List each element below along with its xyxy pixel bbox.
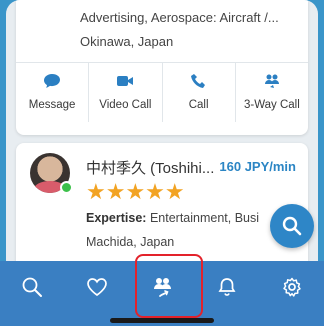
- expert-location-2: Machida, Japan: [86, 235, 175, 249]
- tab-settings[interactable]: [259, 261, 324, 326]
- expertise-label: Expertise:: [86, 211, 147, 225]
- call-button[interactable]: Call: [163, 63, 236, 122]
- rating-stars: ★★★★★: [86, 179, 185, 204]
- search-icon: [282, 216, 302, 236]
- tab-favorites[interactable]: [65, 261, 130, 326]
- phone-icon: [190, 74, 205, 88]
- video-call-label: Video Call: [99, 99, 152, 111]
- expert-location: Okinawa, Japan: [80, 34, 174, 49]
- tab-notifications[interactable]: [194, 261, 259, 326]
- message-button[interactable]: Message: [16, 63, 90, 122]
- video-icon: [117, 76, 134, 86]
- tab-search[interactable]: [0, 261, 65, 326]
- expert-card-1[interactable]: Advertising, Aerospace: Aircraft /... Ok…: [16, 0, 308, 135]
- expert-rate: 160 JPY/min: [219, 159, 296, 174]
- chat-icon: [44, 74, 61, 88]
- call-label: Call: [188, 99, 209, 111]
- online-status-dot: [60, 181, 73, 194]
- search-icon: [22, 277, 43, 297]
- star-rating: ★★★★★: [86, 181, 185, 203]
- message-label: Message: [28, 99, 76, 111]
- video-call-button[interactable]: Video Call: [89, 63, 163, 122]
- heart-icon: [87, 277, 108, 296]
- gear-icon: [282, 277, 301, 297]
- action-row: Message Video Call Call 3-Way Call: [16, 62, 308, 122]
- expertise-value: Entertainment, Busi: [149, 211, 260, 225]
- bell-icon: [218, 277, 236, 296]
- three-way-call-button[interactable]: 3-Way Call: [236, 63, 308, 122]
- expert-categories: Advertising, Aerospace: Aircraft /...: [80, 10, 279, 25]
- home-indicator: [110, 318, 214, 323]
- expert-expertise: Expertise: Entertainment, Busi: [86, 211, 259, 225]
- expert-name: 中村季久 (Toshihi...: [86, 160, 215, 177]
- tab-highlight-box: [135, 254, 203, 318]
- search-fab-button[interactable]: [270, 204, 314, 248]
- group-call-icon: [264, 74, 279, 88]
- three-way-call-label: 3-Way Call: [243, 99, 300, 111]
